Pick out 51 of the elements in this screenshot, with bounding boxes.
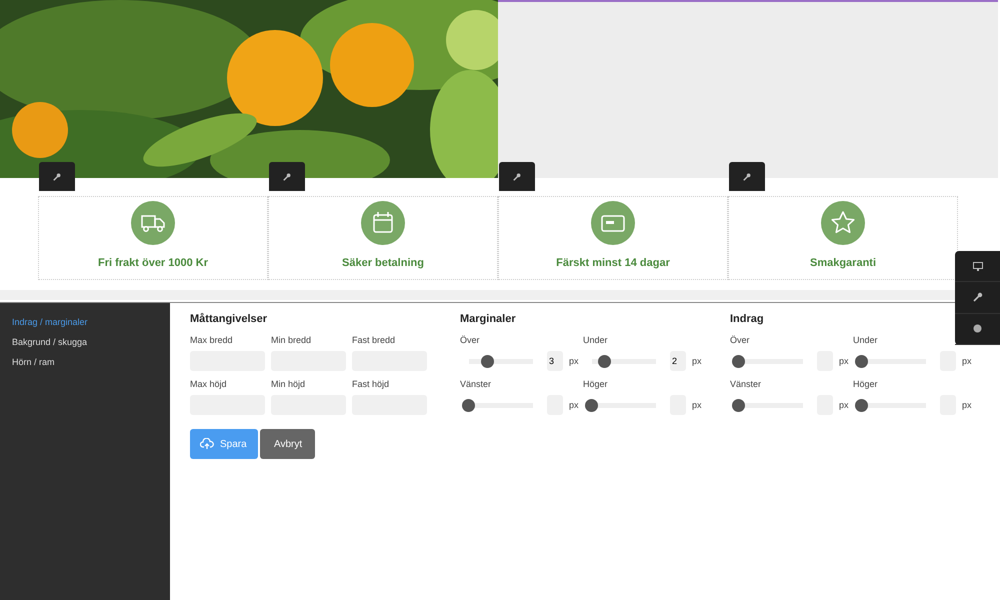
feature-title: Säker betalning xyxy=(342,257,424,269)
wrench-icon[interactable] xyxy=(729,162,765,191)
field-label: Under xyxy=(583,335,608,345)
section-title: Måttangivelser xyxy=(190,313,268,325)
sidebar-item[interactable]: Bakgrund / skugga xyxy=(0,335,100,349)
field-label: Höger xyxy=(853,379,878,389)
field-label: Vänster xyxy=(730,379,762,389)
feature-title: Smakgaranti xyxy=(810,257,876,269)
sidebar-item[interactable]: Indrag / marginaler xyxy=(0,315,100,329)
unit-label: px xyxy=(692,400,702,410)
wrench-icon[interactable] xyxy=(269,162,305,191)
number-field[interactable]: 3 xyxy=(547,351,563,371)
field-label: Min höjd xyxy=(271,379,306,389)
slider-thumb[interactable] xyxy=(481,354,494,368)
field-label: Fast bredd xyxy=(352,335,396,345)
field-label: Vänster xyxy=(460,379,492,389)
slider-thumb[interactable] xyxy=(732,354,745,368)
field-label: Över xyxy=(460,335,480,345)
unit-label: px xyxy=(962,356,972,366)
sidebar-item[interactable]: Hörn / ram xyxy=(0,355,67,369)
calendar-icon xyxy=(361,201,405,245)
feature-title: Fri frakt över 1000 Kr xyxy=(98,257,208,269)
wrench-icon[interactable] xyxy=(499,162,535,191)
field-label: Över xyxy=(730,335,750,345)
slider-thumb[interactable] xyxy=(585,398,598,412)
unit-label: px xyxy=(839,356,849,366)
unit-label: px xyxy=(839,400,849,410)
card-icon xyxy=(591,201,635,245)
section-title: Indrag xyxy=(730,313,765,325)
slider-thumb[interactable] xyxy=(462,398,475,412)
unit-label: px xyxy=(962,400,972,410)
slider-thumb[interactable] xyxy=(598,354,611,368)
field-label: Max bredd xyxy=(190,335,233,345)
wrench-icon[interactable] xyxy=(39,162,75,191)
field-label: Höger xyxy=(583,379,608,389)
feature-title: Färskt minst 14 dagar xyxy=(556,257,670,269)
field-label: Min bredd xyxy=(271,335,312,345)
slider-thumb[interactable] xyxy=(855,354,868,368)
field-label: Max höjd xyxy=(190,379,227,389)
field-label: Fast höjd xyxy=(352,379,390,389)
section-title: Marginaler xyxy=(460,313,517,325)
unit-label: px xyxy=(569,356,579,366)
slider-thumb[interactable] xyxy=(855,398,868,412)
slider-thumb[interactable] xyxy=(732,398,745,412)
unit-label: px xyxy=(692,356,702,366)
truck-icon xyxy=(131,201,175,245)
unit-label: px xyxy=(569,400,579,410)
number-field[interactable]: 2 xyxy=(670,351,686,371)
cloud-upload-icon xyxy=(200,438,214,450)
cancel-button[interactable]: Avbryt xyxy=(260,429,315,459)
field-label: Under xyxy=(853,335,878,345)
